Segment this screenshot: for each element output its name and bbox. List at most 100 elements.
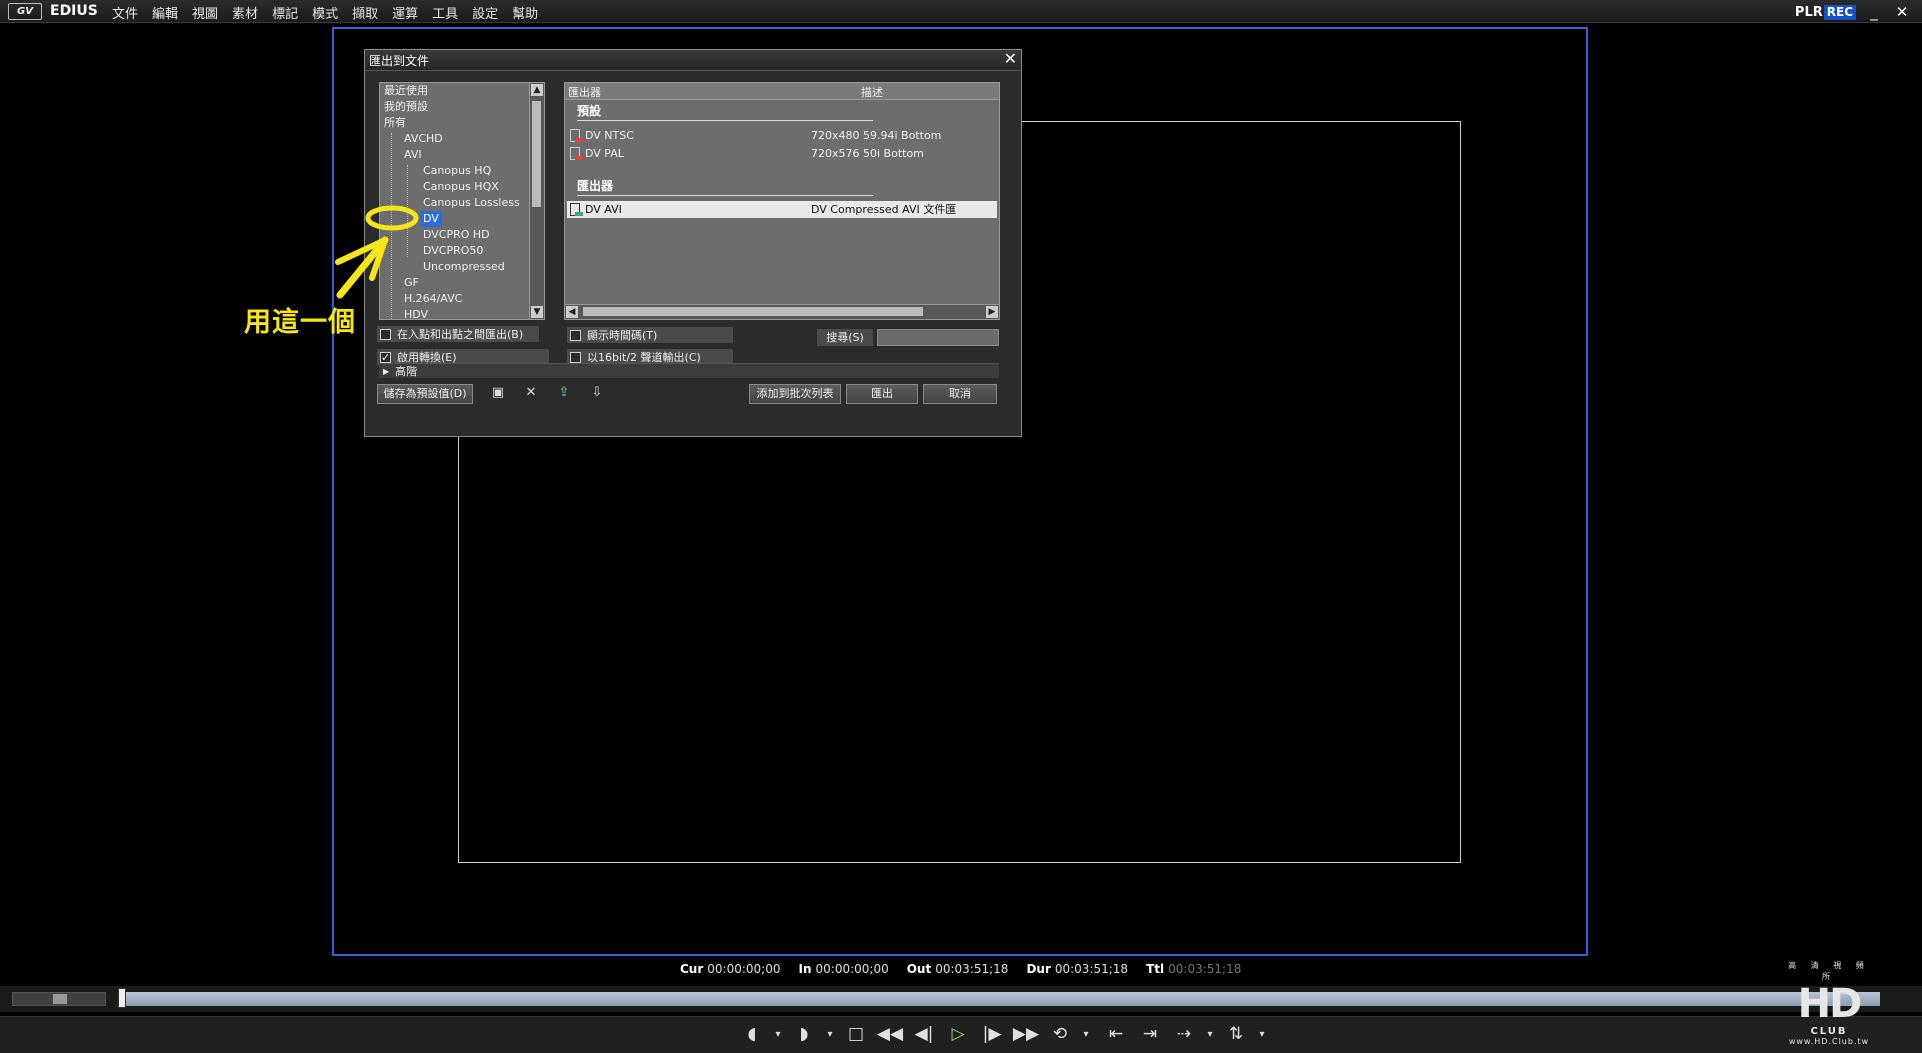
insert-icon[interactable]: ⇥ [1136,1021,1164,1047]
timecode-in: In 00:00:00;00 [798,962,889,976]
list-scroll-thumb[interactable] [583,307,923,316]
playback-controls: □ ◀◀ ◀| ▷ |▶ ▶▶ ⟲ ▾ [842,1019,1092,1049]
list-item-selected[interactable]: DV AVI DV Compressed AVI 文件匯 [567,201,997,218]
menu-settings[interactable]: 設定 [472,3,498,22]
tree-item-my-presets[interactable]: 我的預設 [384,99,428,115]
checkbox-box[interactable] [570,351,581,363]
item-name: DV NTSC [585,129,634,142]
menu-clip[interactable]: 素材 [232,3,258,22]
tree-scroll-thumb[interactable] [532,101,541,207]
rec-mode-button[interactable]: REC [1823,4,1856,20]
menu-mode[interactable]: 模式 [312,3,338,22]
replace-icon[interactable]: ⇅ [1222,1021,1250,1047]
tree-item-all[interactable]: 所有 [384,115,406,131]
menu-edit[interactable]: 編輯 [152,3,178,22]
overwrite-dropdown-icon[interactable]: ▾ [1204,1021,1216,1047]
add-to-batch-button[interactable]: 添加到批次列表 [749,384,841,404]
step-back-icon[interactable]: ◀| [910,1021,938,1047]
dialog-titlebar[interactable]: 匯出到文件 ✕ [365,49,1021,71]
watermark-sub: CLUB [1810,1026,1848,1037]
tree-item-canopus-hqx[interactable]: Canopus HQX [423,179,499,195]
loop-dropdown-icon[interactable]: ▾ [1080,1021,1092,1047]
annotation-label: 用這一個 [244,307,356,338]
watermark-logo: HD [1797,981,1863,1027]
tree-item-canopus-hq[interactable]: Canopus HQ [423,163,491,179]
dialog-close-icon[interactable]: ✕ [1004,49,1017,68]
menu-help[interactable]: 幫助 [512,3,538,22]
expand-arrow-icon[interactable]: ▶ [383,367,389,376]
menu-bar: GV EDIUS 文件 編輯 視圖 素材 標記 模式 擷取 運算 工具 設定 幫… [0,0,1922,23]
go-to-in-icon[interactable]: ⇤ [1102,1021,1130,1047]
step-forward-icon[interactable]: |▶ [978,1021,1006,1047]
playhead-handle[interactable] [118,988,126,1008]
import-preset-icon[interactable]: ⇪ [553,384,575,402]
checkbox-box[interactable] [380,328,391,340]
close-window-button[interactable]: ✕ [1892,3,1912,21]
set-out-icon[interactable]: ◗ [790,1021,818,1047]
out-dropdown-icon[interactable]: ▾ [824,1021,836,1047]
list-item[interactable]: DV NTSC 720x480 59.94i Bottom [567,127,997,144]
tree-item-avchd[interactable]: AVCHD [404,131,443,147]
menu-capture[interactable]: 擷取 [352,3,378,22]
menu-file[interactable]: 文件 [112,3,138,22]
timecode-dur: Dur 00:03:51;18 [1026,962,1129,976]
checkbox-label: 顯示時間碼(T) [587,329,658,342]
overwrite-icon[interactable]: ⇢ [1170,1021,1198,1047]
scroll-right-icon[interactable]: ▶ [986,306,998,318]
save-disk-icon[interactable]: ▣ [487,384,509,402]
scroll-up-icon[interactable]: ▲ [531,84,543,96]
menu-tools[interactable]: 工具 [432,3,458,22]
exporter-list[interactable]: 匯出器 描述 預設 DV NTSC 720x480 59.94i Bottom … [564,82,1000,320]
in-dropdown-icon[interactable]: ▾ [772,1021,784,1047]
watermark-top-text: 高 清 視 頻 所 [1788,961,1870,981]
menu-render[interactable]: 運算 [392,3,418,22]
shuttle-slider[interactable] [12,992,106,1006]
tree-item-avi[interactable]: AVI [404,147,422,163]
play-icon[interactable]: ▷ [944,1021,972,1047]
loop-icon[interactable]: ⟲ [1046,1021,1074,1047]
timecode-ttl: Ttl 00:03:51;18 [1146,962,1242,976]
mode-switch[interactable]: PLR REC [1795,4,1856,20]
list-item[interactable]: DV PAL 720x576 50i Bottom [567,145,997,162]
save-preset-button[interactable]: 儲存為預設值(D) [377,384,473,404]
group-divider [577,195,873,196]
scroll-left-icon[interactable]: ◀ [566,306,578,318]
export-button[interactable]: 匯出 [846,384,918,404]
delete-x-icon[interactable]: ✕ [520,384,542,402]
gv-logo-icon: GV [8,3,42,20]
replace-dropdown-icon[interactable]: ▾ [1256,1021,1268,1047]
set-in-icon[interactable]: ◖ [738,1021,766,1047]
checkbox-label: 在入點和出點之間匯出(B) [397,328,524,341]
scrub-area [0,986,1922,1012]
column-header-description[interactable]: 描述 [861,84,883,100]
list-horizontal-scrollbar[interactable]: ◀ ▶ [565,304,999,319]
shuttle-knob[interactable] [53,994,67,1004]
export-dialog: 匯出到文件 ✕ 最近使用 我的預設 所有 AVCHD AVI Canopus H… [364,49,1022,437]
menu-view[interactable]: 視圖 [192,3,218,22]
advanced-section-toggle[interactable]: ▶ 高階 [379,363,999,378]
plr-mode-button[interactable]: PLR [1795,5,1823,20]
show-timecode-checkbox[interactable]: 顯示時間碼(T) [567,327,733,343]
watermark-url: www.HD.Club.tw [1788,1037,1870,1046]
tree-item-recent[interactable]: 最近使用 [384,83,428,99]
cancel-button[interactable]: 取消 [923,384,997,404]
search-input[interactable] [877,329,999,346]
export-preset-icon[interactable]: ⇩ [586,384,608,402]
rewind-icon[interactable]: ◀◀ [876,1021,904,1047]
item-description: 720x480 59.94i Bottom [811,129,942,142]
checkbox-box[interactable] [570,329,581,341]
minimize-button[interactable]: _ [1864,3,1884,21]
tree-scrollbar[interactable]: ▲ ▼ [529,83,544,319]
mark-controls: ◖ ▾ ◗ ▾ [738,1019,836,1049]
preset-film-icon [570,147,583,160]
checkbox-box-checked[interactable]: ✓ [380,351,391,363]
timeline-scrubber[interactable] [120,992,1880,1006]
fast-forward-icon[interactable]: ▶▶ [1012,1021,1040,1047]
stop-icon[interactable]: □ [842,1021,870,1047]
in-out-export-checkbox[interactable]: 在入點和出點之間匯出(B) [377,326,539,342]
app-title: EDIUS [50,3,98,19]
menu-marker[interactable]: 標記 [272,3,298,22]
scroll-down-icon[interactable]: ▼ [531,306,543,318]
column-header-exporter[interactable]: 匯出器 [568,84,601,100]
window-controls: PLR REC _ ✕ [1795,3,1912,21]
